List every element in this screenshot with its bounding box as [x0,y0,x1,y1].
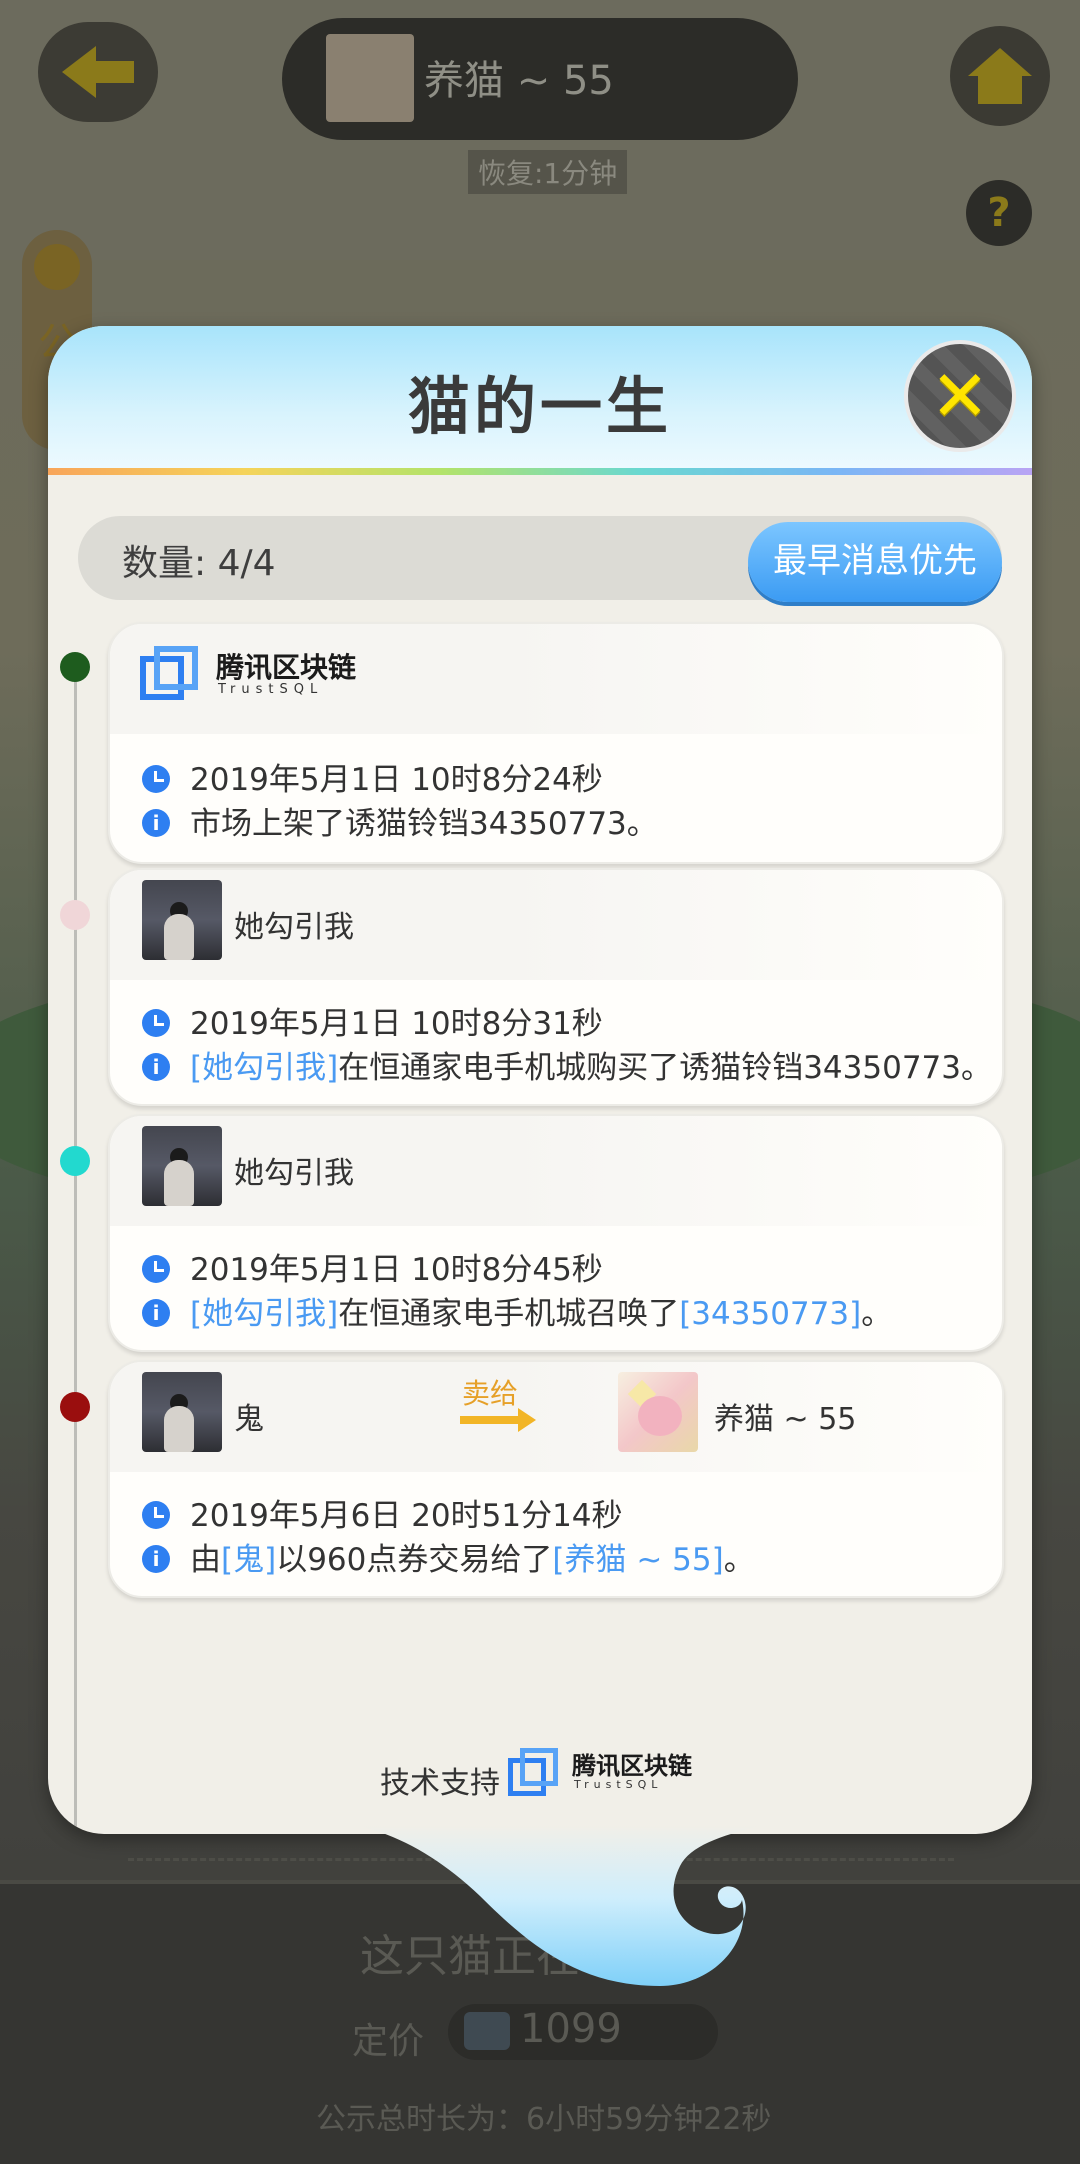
side-tab-icon [34,244,80,290]
event-description: 市场上架了诱猫铃铛34350773。 [142,798,658,843]
price-label: 定价 [352,2021,425,2062]
user-name[interactable]: 她勾引我 [234,1148,354,1192]
info-icon [142,1052,170,1081]
seller-name[interactable]: 鬼 [234,1394,264,1438]
sold-arrow-icon [460,1408,536,1432]
sold-to-label: 卖给 [462,1377,519,1410]
cat-title-pill: 养猫 ~ 55 [282,18,798,140]
seller-avatar[interactable] [142,1372,222,1452]
info-icon [142,1544,170,1573]
event-time: 2019年5月6日 20时51分14秒 [142,1490,623,1535]
user-link[interactable]: [她勾引我] [190,1296,338,1332]
event-card: 她勾引我 2019年5月1日 10时8分45秒 [她勾引我]在恒通家电手机城召唤… [108,1114,1004,1352]
user-name[interactable]: 她勾引我 [234,902,354,946]
event-card: 鬼 卖给 养猫 ~ 55 2019年5月6日 20时51分14秒 由[鬼]以96… [108,1360,1004,1598]
home-button[interactable] [950,26,1050,126]
sort-order-button[interactable]: 最早消息优先 [748,522,1002,602]
timeline-dot [60,652,90,682]
clock-icon [142,1254,170,1283]
clock-icon [142,1500,170,1529]
count-label: 数量: 4/4 [122,543,276,584]
tech-support-label: 技术支持 [380,1766,500,1801]
modal-tail-decoration [360,1826,760,1986]
modal-title: 猫的一生 [407,370,672,443]
clock-icon [142,764,170,793]
timeline-dot [60,1392,90,1422]
user-link[interactable]: [她勾引我] [190,1050,338,1086]
seller-link[interactable]: [鬼] [221,1542,276,1578]
event-time: 2019年5月1日 10时8分31秒 [142,998,603,1043]
total-duration: 公示总时长为：6小时59分钟22秒 [316,2102,772,2137]
close-button[interactable]: ✕ [904,340,1016,452]
timeline-dot [60,900,90,930]
cat-avatar [326,34,414,122]
cat-name: 养猫 ~ 55 [424,58,614,104]
buyer-avatar[interactable] [618,1372,698,1452]
home-icon [968,48,1032,76]
event-description: [她勾引我]在恒通家电手机城召唤了[34350773]。 [142,1288,892,1333]
recover-timer: 恢复:1分钟 [468,150,628,194]
back-arrow-icon [62,46,96,98]
buyer-name[interactable]: 养猫 ~ 55 [714,1394,856,1438]
help-button[interactable]: ? [966,180,1032,246]
event-card: 腾讯区块链 TrustSQL 2019年5月1日 10时8分24秒 市场上架了诱… [108,622,1004,864]
event-description: [她勾引我]在恒通家电手机城购买了诱猫铃铛34350773。 [142,1042,992,1087]
cat-id-link[interactable]: [34350773] [679,1296,861,1332]
price-value: 1099 [520,2006,622,2052]
event-card: 她勾引我 2019年5月1日 10时8分31秒 [她勾引我]在恒通家电手机城购买… [108,868,1004,1106]
coupon-icon [464,2012,510,2050]
info-icon [142,1298,170,1327]
timeline-line [74,666,77,1834]
event-time: 2019年5月1日 10时8分24秒 [142,754,603,799]
clock-icon [142,1008,170,1037]
back-button[interactable] [38,22,158,122]
info-icon [142,808,170,837]
cat-life-modal: 猫的一生 ✕ 数量: 4/4 最早消息优先 腾讯区块链 TrustSQL 201… [48,326,1032,1834]
timeline-dot [60,1146,90,1176]
rainbow-divider [48,468,1032,475]
close-icon: ✕ [930,355,990,437]
user-avatar[interactable] [142,1126,222,1206]
event-time: 2019年5月1日 10时8分45秒 [142,1244,603,1289]
buyer-link[interactable]: [养猫 ~ 55] [552,1542,723,1578]
tencent-blockchain-logo: 腾讯区块链 TrustSQL [508,1746,708,1800]
user-avatar[interactable] [142,880,222,960]
event-description: 由[鬼]以960点券交易给了[养猫 ~ 55]。 [142,1534,755,1579]
